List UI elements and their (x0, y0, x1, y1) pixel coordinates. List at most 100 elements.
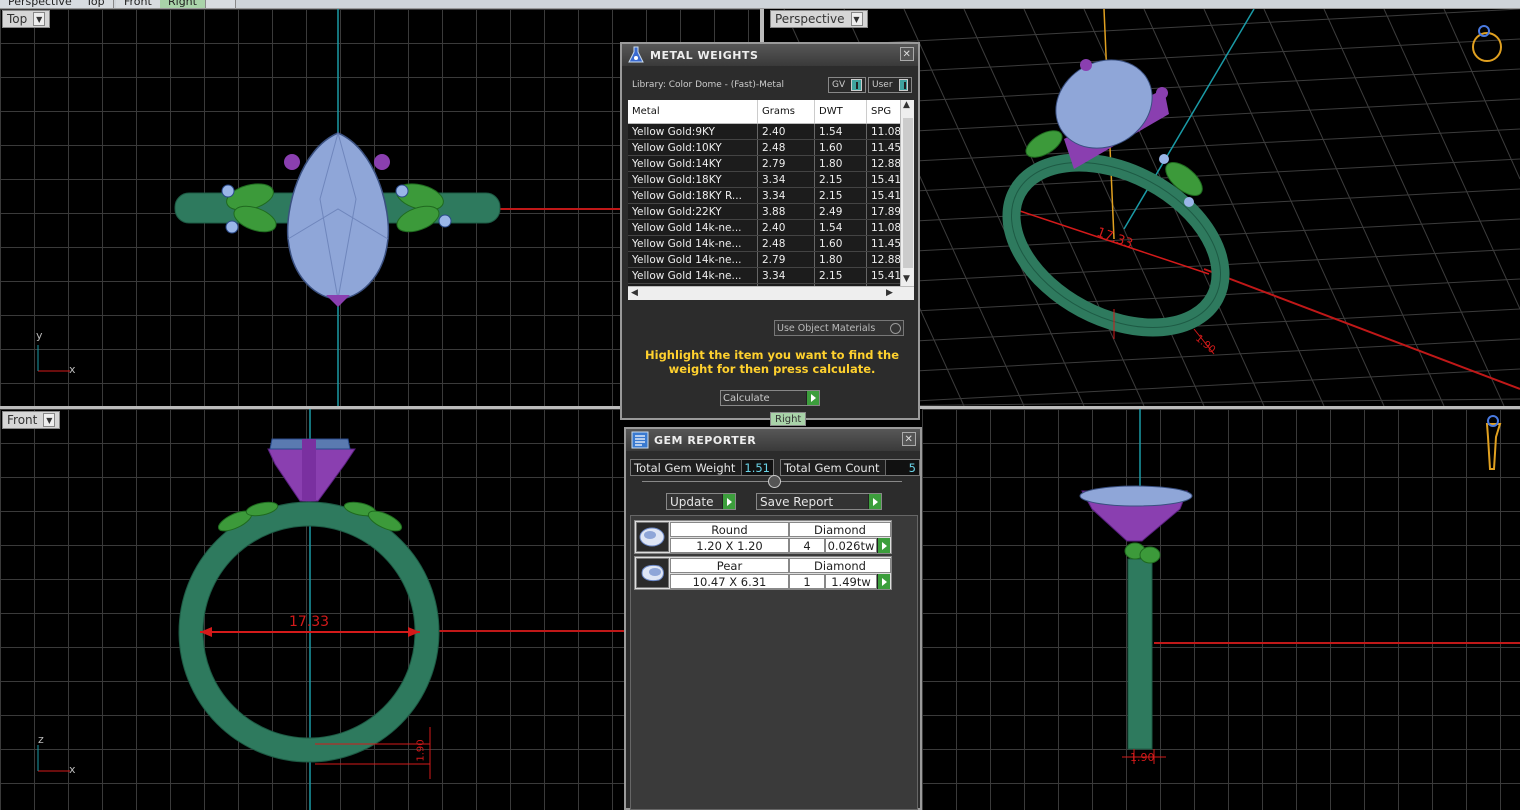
table-row[interactable]: Yellow Gold:18KY R... 3.34 2.15 15.41 (628, 188, 914, 204)
play-arrow-icon[interactable] (806, 391, 819, 405)
cell-metal: Yellow Gold 14k-ne... (628, 252, 758, 267)
table-row[interactable]: Yellow Gold 14k-ne...3.342.1515.41 (628, 268, 914, 284)
table-row[interactable]: Yellow Gold:9KY 2.40 1.54 11.08 (628, 124, 914, 140)
viewport-right[interactable]: 1.90 Right (922, 409, 1520, 810)
play-arrow-icon[interactable] (722, 494, 735, 509)
viewport-label-right-tab[interactable]: Right (770, 412, 807, 426)
tab-top[interactable]: Top (78, 0, 114, 8)
gv-toggle[interactable]: GV (828, 77, 867, 93)
tab-perspective[interactable]: Perspective (0, 0, 81, 8)
table-row[interactable]: Yellow Gold 14k-ne... 2.40 1.54 11.08 (628, 220, 914, 236)
cell-dwt: 1.60 (815, 236, 867, 251)
slider-knob[interactable] (768, 475, 781, 488)
cell-grams: 3.88 (758, 204, 815, 219)
gem-weight: 0.026tw (825, 538, 877, 553)
user-toggle[interactable]: User (868, 77, 912, 93)
column-header-metal[interactable]: Metal (628, 100, 758, 123)
gv-toggle-label: GV (832, 80, 846, 90)
gem-row[interactable]: Pear Diamond 10.47 X 6.31 1 1.49tw (634, 556, 892, 590)
viewport-label-top[interactable]: Top ▼ (2, 10, 51, 28)
cell-grams: 2.48 (758, 236, 815, 251)
gem-material: Diamond (789, 522, 891, 537)
viewport-label-front[interactable]: Front ▼ (2, 411, 61, 429)
dimension-small-right: 1.90 (1130, 751, 1155, 764)
close-icon[interactable]: ✕ (900, 47, 914, 61)
cell-dwt: 2.15 (815, 268, 867, 283)
chevron-up-icon[interactable]: ▲ (903, 100, 910, 110)
gem-row[interactable]: Round Diamond 1.20 X 1.20 4 0.026tw (634, 520, 892, 554)
update-label: Update (670, 494, 714, 509)
calculate-hint: Highlight the item you want to find the … (645, 348, 899, 376)
chevron-left-icon[interactable]: ◀ (631, 288, 638, 298)
gem-weight: 1.49tw (825, 574, 877, 589)
column-header-grams[interactable]: Grams (758, 100, 815, 123)
table-row[interactable]: Yellow Gold 14k-ne... 2.79 1.80 12.88 (628, 252, 914, 268)
table-row[interactable]: Yellow Gold:18KY 3.34 2.15 15.41 (628, 172, 914, 188)
axis-x-label: x (69, 363, 76, 376)
cell-grams: 3.34 (758, 268, 815, 283)
chevron-down-icon[interactable]: ▼ (903, 274, 910, 284)
axis-y-label: y (36, 329, 43, 342)
cell-dwt: 1.54 (815, 124, 867, 139)
axis-x-label: x (69, 763, 76, 776)
scrollbar-thumb[interactable] (903, 118, 913, 268)
gem-reporter-titlebar[interactable]: GEM REPORTER ✕ (626, 429, 920, 451)
vertical-scrollbar[interactable]: ▲ ▼ (900, 100, 914, 288)
metal-weights-panel: METAL WEIGHTS ✕ Library: Color Dome - (F… (620, 42, 920, 420)
calculate-label: Calculate (723, 392, 770, 404)
chevron-down-icon[interactable]: ▼ (43, 413, 56, 427)
save-report-button[interactable]: Save Report (756, 493, 882, 510)
gem-material: Diamond (789, 558, 891, 573)
chevron-down-icon[interactable]: ▼ (33, 12, 46, 26)
ring-navigator-icon[interactable] (1470, 29, 1504, 65)
tab-front[interactable]: Front (116, 0, 161, 8)
dimension-ring-size-front: 17.33 (289, 614, 330, 630)
play-arrow-icon[interactable] (868, 494, 881, 509)
cell-dwt: 2.49 (815, 204, 867, 219)
gem-reporter-title: GEM REPORTER (654, 433, 757, 447)
tab-more[interactable] (206, 0, 236, 8)
axis-z-label: z (38, 733, 44, 746)
use-object-materials-toggle[interactable]: Use Object Materials (774, 320, 904, 336)
tab-right[interactable]: Right (160, 0, 206, 8)
radio-circle-icon[interactable] (890, 323, 901, 334)
metal-weights-titlebar[interactable]: METAL WEIGHTS ✕ (622, 44, 918, 66)
cell-metal: Yellow Gold 14k-ne... (628, 236, 758, 251)
viewport-label-perspective[interactable]: Perspective ▼ (770, 10, 868, 28)
table-row[interactable]: Yellow Gold 14k-ne... 2.48 1.60 11.45 (628, 236, 914, 252)
cell-grams: 2.79 (758, 156, 815, 171)
cell-metal: Yellow Gold 14k-ne... (628, 220, 758, 235)
toggle-indicator-icon (898, 79, 908, 91)
cell-grams: 2.79 (758, 252, 815, 267)
update-button[interactable]: Update (666, 493, 736, 510)
table-row[interactable]: Yellow Gold:14KY 2.79 1.80 12.88 (628, 156, 914, 172)
cell-grams: 2.40 (758, 220, 815, 235)
cell-grams: 2.48 (758, 140, 815, 155)
pear-gem-icon (636, 558, 669, 588)
total-gem-weight-value: 1.51 (741, 460, 773, 475)
gem-shape: Pear (670, 558, 789, 573)
column-header-dwt[interactable]: DWT (815, 100, 867, 123)
front-view-scene (37, 409, 624, 810)
calculate-button[interactable]: Calculate (720, 390, 820, 406)
cell-metal: Yellow Gold:22KY (628, 204, 758, 219)
cell-dwt: 1.80 (815, 156, 867, 171)
cell-metal: Yellow Gold:9KY (628, 124, 758, 139)
viewport-label-text: Right (775, 413, 802, 425)
viewport-front[interactable]: 17.33 1.90 z x Front ▼ (0, 409, 624, 810)
total-gem-count-label: Total Gem Count (784, 460, 880, 475)
gem-reporter-icon (631, 431, 649, 449)
library-label: Library: Color Dome - (Fast)-Metal (632, 80, 784, 90)
play-arrow-icon[interactable] (877, 574, 890, 589)
gem-shape: Round (670, 522, 789, 537)
total-gem-count-value: 5 (885, 460, 919, 475)
table-row[interactable]: Yellow Gold:22KY 3.88 2.49 17.89 (628, 204, 914, 220)
close-icon[interactable]: ✕ (902, 432, 916, 446)
play-arrow-icon[interactable] (877, 538, 890, 553)
table-row[interactable]: Yellow Gold:10KY 2.48 1.60 11.45 (628, 140, 914, 156)
gem-count: 1 (789, 574, 825, 589)
total-gem-weight-field: Total Gem Weight 1.51 (630, 459, 774, 476)
chevron-right-icon[interactable]: ▶ (886, 288, 893, 298)
horizontal-scrollbar[interactable]: ◀ ▶ (628, 286, 914, 300)
chevron-down-icon[interactable]: ▼ (850, 12, 863, 26)
